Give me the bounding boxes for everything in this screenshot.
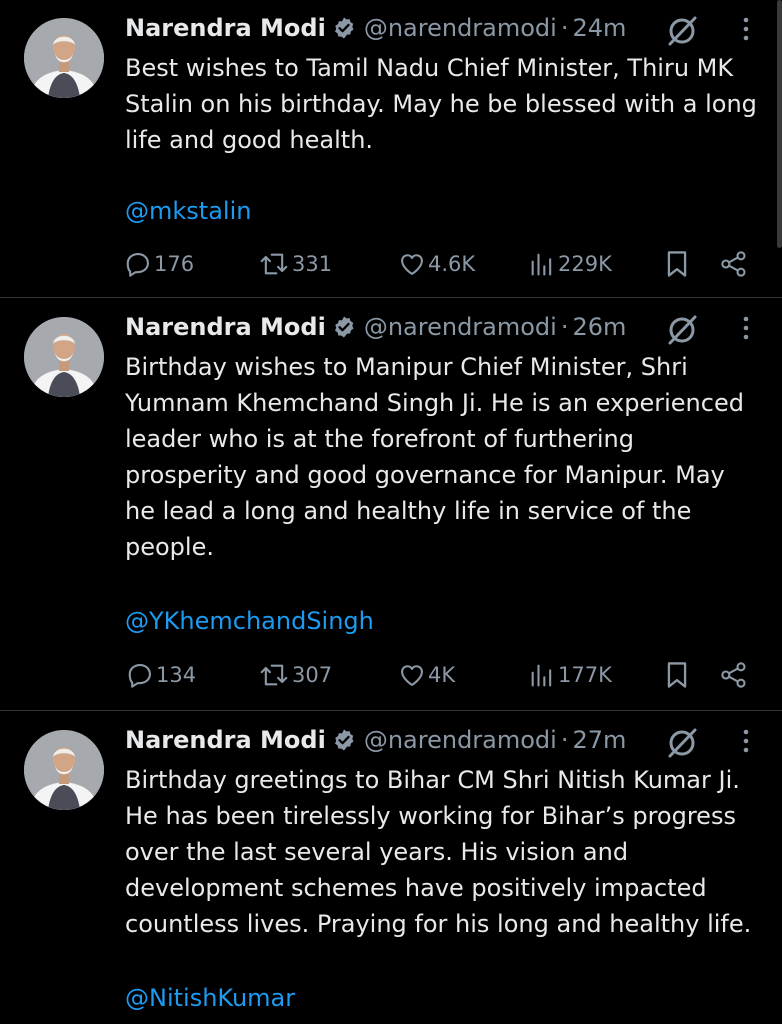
bookmark-button[interactable] [664, 655, 690, 695]
verified-badge-icon [332, 728, 356, 752]
views-count: 229K [558, 252, 612, 276]
avatar[interactable] [24, 317, 104, 397]
tweet-actions: 176 331 4.6K 229K [0, 244, 782, 284]
views-button[interactable]: 177K [528, 655, 612, 695]
repost-count: 331 [292, 252, 333, 276]
tweet-text: Birthday greetings to Bihar CM Shri Niti… [125, 766, 752, 938]
reply-icon [126, 661, 154, 689]
timestamp[interactable]: 27m [572, 726, 626, 754]
more-icon[interactable] [736, 726, 756, 760]
tweet-header: Narendra Modi @narendramodi · 27m [125, 720, 626, 760]
repost-icon [258, 661, 290, 689]
author-handle[interactable]: @narendramodi [364, 313, 557, 341]
like-icon [398, 661, 426, 689]
timestamp[interactable]: 26m [572, 313, 626, 341]
reply-icon [124, 250, 152, 278]
mention-link[interactable]: @NitishKumar [125, 980, 295, 1016]
like-count: 4K [428, 663, 456, 687]
bookmark-icon [664, 249, 690, 279]
author-name[interactable]: Narendra Modi [125, 14, 326, 42]
repost-button[interactable]: 331 [258, 244, 332, 284]
bookmark-icon [664, 660, 690, 690]
share-icon [720, 661, 748, 689]
like-button[interactable]: 4.6K [398, 244, 475, 284]
author-name[interactable]: Narendra Modi [125, 313, 326, 341]
tweet-text: Birthday wishes to Manipur Chief Ministe… [125, 353, 744, 561]
tweet-actions: 134 307 4K 177K [0, 655, 782, 695]
more-icon[interactable] [736, 14, 756, 48]
tweet[interactable]: Narendra Modi @narendramodi · 26m Birthd… [0, 299, 782, 711]
reply-button[interactable]: 176 [124, 244, 194, 284]
separator-dot: · [560, 313, 569, 341]
bookmark-button[interactable] [664, 244, 690, 284]
like-icon [398, 250, 426, 278]
repost-icon [258, 250, 290, 278]
mention-link[interactable]: @YKhemchandSingh [125, 603, 374, 639]
tweet[interactable]: Narendra Modi @narendramodi · 24m Best w… [0, 0, 782, 298]
share-button[interactable] [720, 244, 748, 284]
separator-dot: · [560, 726, 569, 754]
share-button[interactable] [720, 655, 748, 695]
tweet[interactable]: Narendra Modi @narendramodi · 27m Birthd… [0, 712, 782, 1024]
timestamp[interactable]: 24m [572, 14, 626, 42]
grok-icon[interactable] [664, 726, 700, 764]
share-icon [720, 250, 748, 278]
avatar[interactable] [24, 18, 104, 98]
tweet-header: Narendra Modi @narendramodi · 24m [125, 8, 626, 48]
author-handle[interactable]: @narendramodi [364, 14, 557, 42]
author-name[interactable]: Narendra Modi [125, 726, 326, 754]
avatar[interactable] [24, 730, 104, 810]
grok-icon[interactable] [664, 313, 700, 351]
reply-count: 176 [154, 252, 195, 276]
reply-button[interactable]: 134 [126, 655, 196, 695]
separator-dot: · [560, 14, 569, 42]
author-handle[interactable]: @narendramodi [364, 726, 557, 754]
tweet-header: Narendra Modi @narendramodi · 26m [125, 307, 626, 347]
views-icon [528, 250, 556, 278]
grok-icon[interactable] [664, 14, 700, 52]
verified-badge-icon [332, 315, 356, 339]
like-button[interactable]: 4K [398, 655, 455, 695]
views-button[interactable]: 229K [528, 244, 612, 284]
views-icon [528, 661, 556, 689]
repost-button[interactable]: 307 [258, 655, 332, 695]
like-count: 4.6K [428, 252, 476, 276]
verified-badge-icon [332, 16, 356, 40]
mention-link[interactable]: @mkstalin [125, 193, 251, 229]
views-count: 177K [558, 663, 612, 687]
reply-count: 134 [156, 663, 197, 687]
repost-count: 307 [292, 663, 333, 687]
tweet-text: Best wishes to Tamil Nadu Chief Minister… [125, 54, 757, 154]
more-icon[interactable] [736, 313, 756, 347]
